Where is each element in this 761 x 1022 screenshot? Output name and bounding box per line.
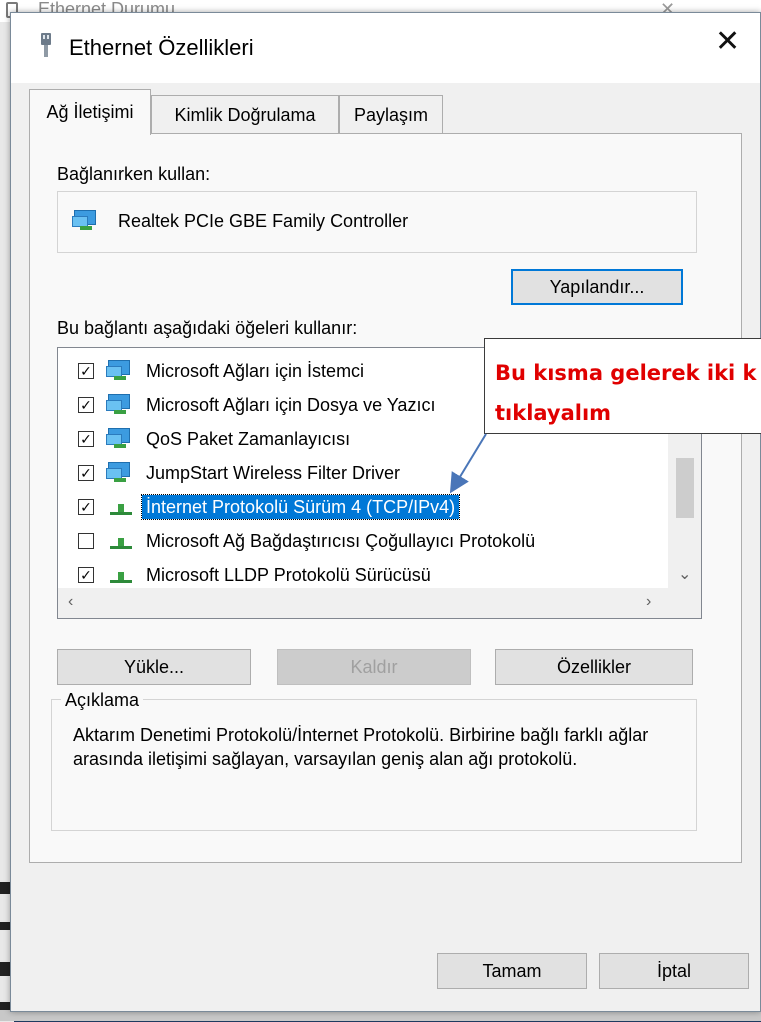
ok-button[interactable]: Tamam xyxy=(437,953,587,989)
chevron-right-icon[interactable]: › xyxy=(646,593,651,611)
adapter-field: Realtek PCIe GBE Family Controller xyxy=(57,191,697,253)
connect-using-label: Bağlanırken kullan: xyxy=(57,164,211,184)
protocol-icon xyxy=(110,538,132,550)
checkbox[interactable] xyxy=(78,533,94,549)
list-item[interactable]: Microsoft Ağ Bağdaştırıcısı Çoğullayıcı … xyxy=(58,524,668,558)
cancel-button[interactable]: İptal xyxy=(599,953,749,989)
network-service-icon xyxy=(106,394,132,416)
list-item-label: İnternet Protokolü Sürüm 4 (TCP/IPv4) xyxy=(140,494,461,520)
protocol-icon xyxy=(110,504,132,516)
tab-networking[interactable]: Ağ İletişimi xyxy=(29,89,151,135)
list-item[interactable]: ✓ Microsoft LLDP Protokolü Sürücüsü xyxy=(58,558,668,592)
adapter-name: Realtek PCIe GBE Family Controller xyxy=(118,211,409,231)
list-item[interactable]: ✓ JumpStart Wireless Filter Driver xyxy=(58,456,668,490)
annotation-line-1: Bu kısma gelerek iki k xyxy=(495,361,757,385)
network-service-icon xyxy=(106,428,132,450)
list-item-label: QoS Paket Zamanlayıcısı xyxy=(146,429,351,449)
tab-sharing[interactable]: Paylaşım xyxy=(339,95,443,133)
list-item-label: Microsoft LLDP Protokolü Sürücüsü xyxy=(146,565,431,585)
dialog-title: Ethernet Özellikleri xyxy=(69,35,254,60)
protocol-icon xyxy=(110,572,132,584)
tab-authentication[interactable]: Kimlik Doğrulama xyxy=(151,95,339,133)
list-item-label: JumpStart Wireless Filter Driver xyxy=(146,463,401,483)
list-item-label: Microsoft Ağları için Dosya ve Yazıcı xyxy=(146,395,436,415)
properties-button[interactable]: Özellikler xyxy=(495,649,693,685)
network-client-icon xyxy=(106,360,132,382)
checkbox[interactable]: ✓ xyxy=(78,465,94,481)
configure-button[interactable]: Yapılandır... xyxy=(511,269,683,305)
checkbox[interactable]: ✓ xyxy=(78,431,94,447)
chevron-left-icon[interactable]: ‹ xyxy=(68,593,73,611)
network-service-icon xyxy=(106,462,132,484)
list-item-selected[interactable]: ✓ İnternet Protokolü Sürüm 4 (TCP/IPv4) xyxy=(58,490,668,524)
chevron-down-icon[interactable]: ⌄ xyxy=(678,564,691,584)
dialog-titlebar[interactable]: Ethernet Özellikleri ✕ xyxy=(11,13,760,83)
uninstall-button: Kaldır xyxy=(277,649,471,685)
checkbox[interactable]: ✓ xyxy=(78,363,94,379)
annotation-line-2: tıklayalım xyxy=(495,401,612,425)
close-icon[interactable]: ✕ xyxy=(715,27,740,57)
list-item-label: Microsoft Ağ Bağdaştırıcısı Çoğullayıcı … xyxy=(146,531,536,551)
annotation-callout: Bu kısma gelerek iki k tıklayalım xyxy=(484,338,761,434)
items-label: Bu bağlantı aşağıdaki öğeleri kullanır: xyxy=(57,318,358,338)
checkbox[interactable]: ✓ xyxy=(78,567,94,583)
install-button[interactable]: Yükle... xyxy=(57,649,251,685)
ethernet-adapter-icon xyxy=(41,33,51,57)
description-text: Aktarım Denetimi Protokolü/İnternet Prot… xyxy=(73,725,649,769)
list-item-label: Microsoft Ağları için İstemci xyxy=(146,361,365,381)
scrollbar-thumb[interactable] xyxy=(676,458,694,518)
checkbox[interactable]: ✓ xyxy=(78,397,94,413)
description-legend: Açıklama xyxy=(61,689,144,711)
ethernet-properties-dialog: Ethernet Özellikleri ✕ Ağ İletişimi Kiml… xyxy=(10,12,761,1012)
checkbox[interactable]: ✓ xyxy=(78,499,94,515)
horizontal-scrollbar[interactable]: ‹ › xyxy=(58,588,701,618)
network-adapter-icon xyxy=(72,210,98,232)
